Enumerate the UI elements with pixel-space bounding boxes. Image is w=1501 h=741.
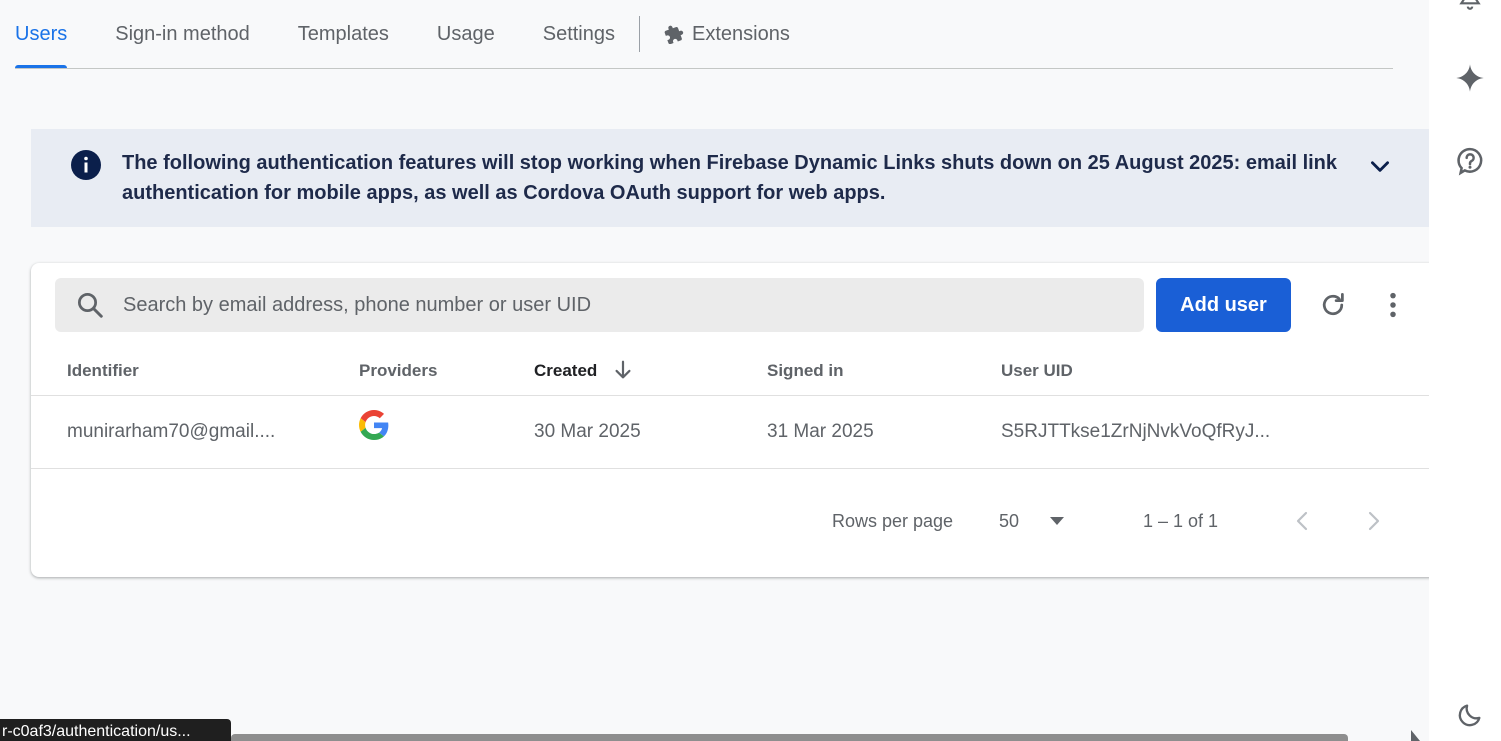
cell-created: 30 Mar 2025 [534,421,641,442]
column-created-label: Created [534,361,598,380]
users-card: Add user Identifier Providers Created [31,263,1451,577]
info-icon [71,150,101,180]
tab-templates[interactable]: Templates [298,0,389,68]
more-options-button[interactable] [1373,285,1413,325]
google-icon [359,410,389,440]
next-page-button[interactable] [1365,501,1385,541]
column-identifier[interactable]: Identifier [67,350,139,395]
dark-mode-button[interactable] [1455,700,1485,730]
tab-extensions[interactable]: Extensions [664,0,790,68]
tab-sign-in-method[interactable]: Sign-in method [115,0,250,68]
chevron-right-icon [1368,511,1380,531]
cell-identifier: munirarham70@gmail.... [67,421,276,442]
right-rail [1429,0,1501,741]
pagination: Rows per page 50 1 – 1 of 1 [31,501,1429,541]
arrow-down-icon [615,360,631,378]
chevron-left-icon [1296,511,1308,531]
column-providers[interactable]: Providers [359,350,437,395]
chevron-down-icon[interactable] [1367,153,1393,179]
cell-signed-in: 31 Mar 2025 [767,421,874,442]
help-icon [1457,147,1483,176]
column-signed-in[interactable]: Signed in [767,350,844,395]
search-box[interactable] [55,278,1144,332]
scroll-right-icon[interactable] [1410,730,1420,741]
page-range: 1 – 1 of 1 [1143,511,1219,531]
horizontal-scrollbar-thumb[interactable] [231,734,1348,741]
search-icon [78,293,103,318]
add-user-button[interactable]: Add user [1156,278,1291,332]
provider-cell [359,410,389,442]
gemini-button[interactable] [1455,63,1485,93]
rows-per-page-value: 50 [999,511,1020,531]
help-button[interactable] [1455,146,1485,176]
notifications-button[interactable] [1455,0,1485,14]
tab-extensions-label: Extensions [692,22,790,45]
puzzle-icon [664,25,684,44]
refresh-button[interactable] [1313,285,1353,325]
table-row[interactable]: munirarham70@gmail.... 30 Mar 2025 31 Ma… [31,396,1429,469]
status-bar-url: r-c0af3/authentication/us... [0,719,231,741]
more-vert-icon [1390,292,1396,318]
rows-per-page-select[interactable]: 50 [999,501,1071,541]
table-header: Identifier Providers Created Signed in U… [31,350,1429,396]
previous-page-button[interactable] [1293,501,1313,541]
dropdown-arrow-icon [1050,517,1064,525]
tab-divider [639,16,640,52]
column-created[interactable]: Created [534,350,634,395]
sparkle-icon [1456,64,1484,92]
tab-bar: Users Sign-in method Templates Usage Set… [15,0,1393,69]
tab-users[interactable]: Users [15,0,68,68]
column-user-uid[interactable]: User UID [1001,350,1073,395]
moon-icon [1458,704,1481,727]
bell-icon [1459,0,1481,10]
page: Users Sign-in method Templates Usage Set… [0,0,1501,741]
rows-per-page-label: Rows per page [832,511,954,531]
banner-message: The following authentication features wi… [122,152,1338,204]
cell-user-uid: S5RJTTkse1ZrNjNvkVoQfRyJ... [1001,421,1271,442]
deprecation-banner: The following authentication features wi… [31,129,1429,227]
tab-usage[interactable]: Usage [437,0,495,68]
tab-settings[interactable]: Settings [543,0,615,68]
refresh-icon [1322,293,1344,316]
search-input[interactable] [121,292,1085,318]
